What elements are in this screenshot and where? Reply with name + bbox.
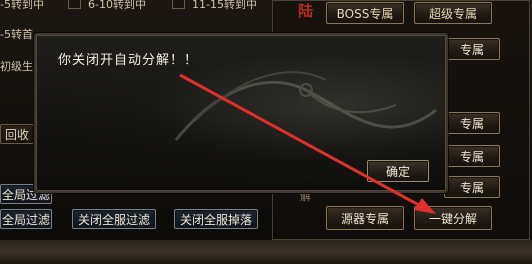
exclusive-button[interactable]: 专属 xyxy=(444,176,500,198)
exclusive-button[interactable]: 专属 xyxy=(444,38,500,60)
boss-exclusive-button[interactable]: BOSS专属 xyxy=(326,2,404,24)
filter-row-label: -5转首 xyxy=(0,28,33,41)
filter-row-label: -5转到中 xyxy=(0,0,44,11)
bottom-decor-strip xyxy=(0,240,532,264)
recycle-button[interactable]: 回收 xyxy=(0,124,34,144)
filter-checkbox[interactable] xyxy=(68,0,81,9)
global-filter-button[interactable]: 全局过滤 xyxy=(0,209,52,229)
exclusive-button[interactable]: 专属 xyxy=(444,112,500,134)
confirm-button[interactable]: 确定 xyxy=(367,160,429,182)
source-exclusive-button[interactable]: 源器专属 xyxy=(326,206,404,230)
one-click-decompose-button[interactable]: 一键分解 xyxy=(414,206,492,230)
side-character: 陆 xyxy=(298,2,314,20)
super-exclusive-button[interactable]: 超级专属 xyxy=(414,2,492,24)
disable-server-filter-button[interactable]: 关闭全服过滤 xyxy=(72,209,156,229)
dragon-watermark-icon xyxy=(174,71,437,141)
exclusive-button[interactable]: 专属 xyxy=(444,145,500,167)
filter-row-label: 6-10转到中 xyxy=(88,0,146,11)
filter-checkbox[interactable] xyxy=(172,0,185,9)
notice-dialog: 你关闭开自动分解！！ 确定 xyxy=(34,33,448,193)
disable-server-drop-button[interactable]: 关闭全服掉落 xyxy=(174,209,258,229)
filter-row-label: 11-15转到中 xyxy=(192,0,257,11)
